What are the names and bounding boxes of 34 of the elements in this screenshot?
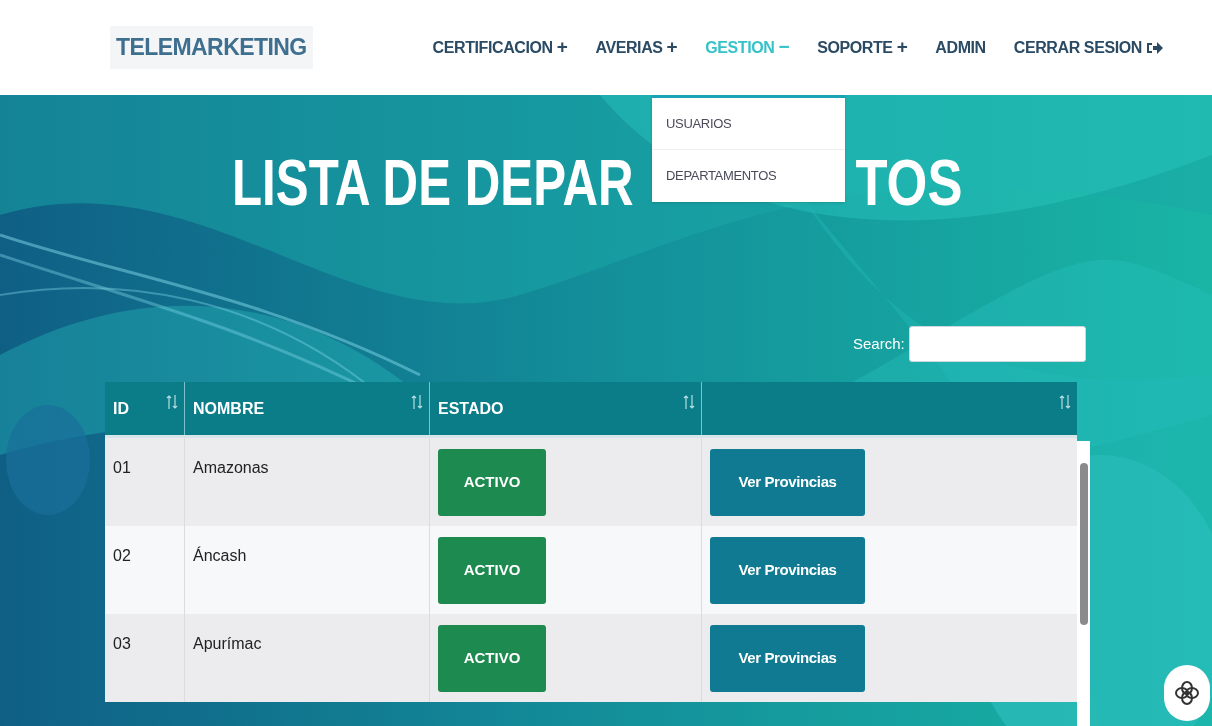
search-label: Search: — [853, 333, 905, 354]
nav-link[interactable]: CERTIFICACION + — [432, 33, 568, 62]
status-button[interactable]: ACTIVO — [438, 537, 546, 604]
nav-link[interactable]: SOPORTE + — [817, 33, 908, 62]
table-cell: 01 — [113, 459, 131, 476]
sort-icon[interactable] — [1059, 394, 1071, 410]
page-title: LISTA DE DEPAR — [232, 151, 634, 215]
status-button[interactable]: ACTIVO — [438, 449, 546, 516]
column-header[interactable]: ID — [113, 396, 129, 421]
sort-icon[interactable] — [411, 394, 423, 410]
sort-icon[interactable] — [166, 394, 178, 410]
nav-link[interactable]: AVERIAS + — [595, 33, 678, 62]
search-field[interactable] — [908, 326, 1086, 362]
table-cell: 02 — [113, 547, 131, 564]
provinces-button[interactable]: Ver Provincias — [710, 449, 865, 516]
dropdown-item[interactable]: DEPARTAMENTOS — [652, 150, 845, 202]
nav-link[interactable]: ADMIN — [935, 35, 986, 60]
column-header[interactable]: NOMBRE — [193, 396, 265, 421]
table-cell: Amazonas — [193, 459, 269, 476]
nav-link[interactable]: CERRAR SESION — [1013, 35, 1163, 60]
knot-icon — [1174, 680, 1200, 706]
provinces-button[interactable]: Ver Provincias — [710, 537, 865, 604]
table-cell: Apurímac — [193, 635, 262, 652]
page-title: TOS — [855, 151, 962, 215]
logo[interactable]: TELEMARKETING — [110, 26, 313, 69]
table-cell: Áncash — [193, 547, 247, 564]
status-button[interactable]: ACTIVO — [438, 625, 546, 692]
logout-icon — [1145, 39, 1163, 56]
table-cell: 03 — [113, 635, 131, 652]
sort-icon[interactable] — [683, 394, 695, 410]
dropdown-item[interactable]: USUARIOS — [652, 98, 845, 150]
column-header[interactable]: ESTADO — [438, 396, 504, 421]
scrollbar[interactable] — [1077, 441, 1090, 726]
provinces-button[interactable]: Ver Provincias — [710, 625, 865, 692]
